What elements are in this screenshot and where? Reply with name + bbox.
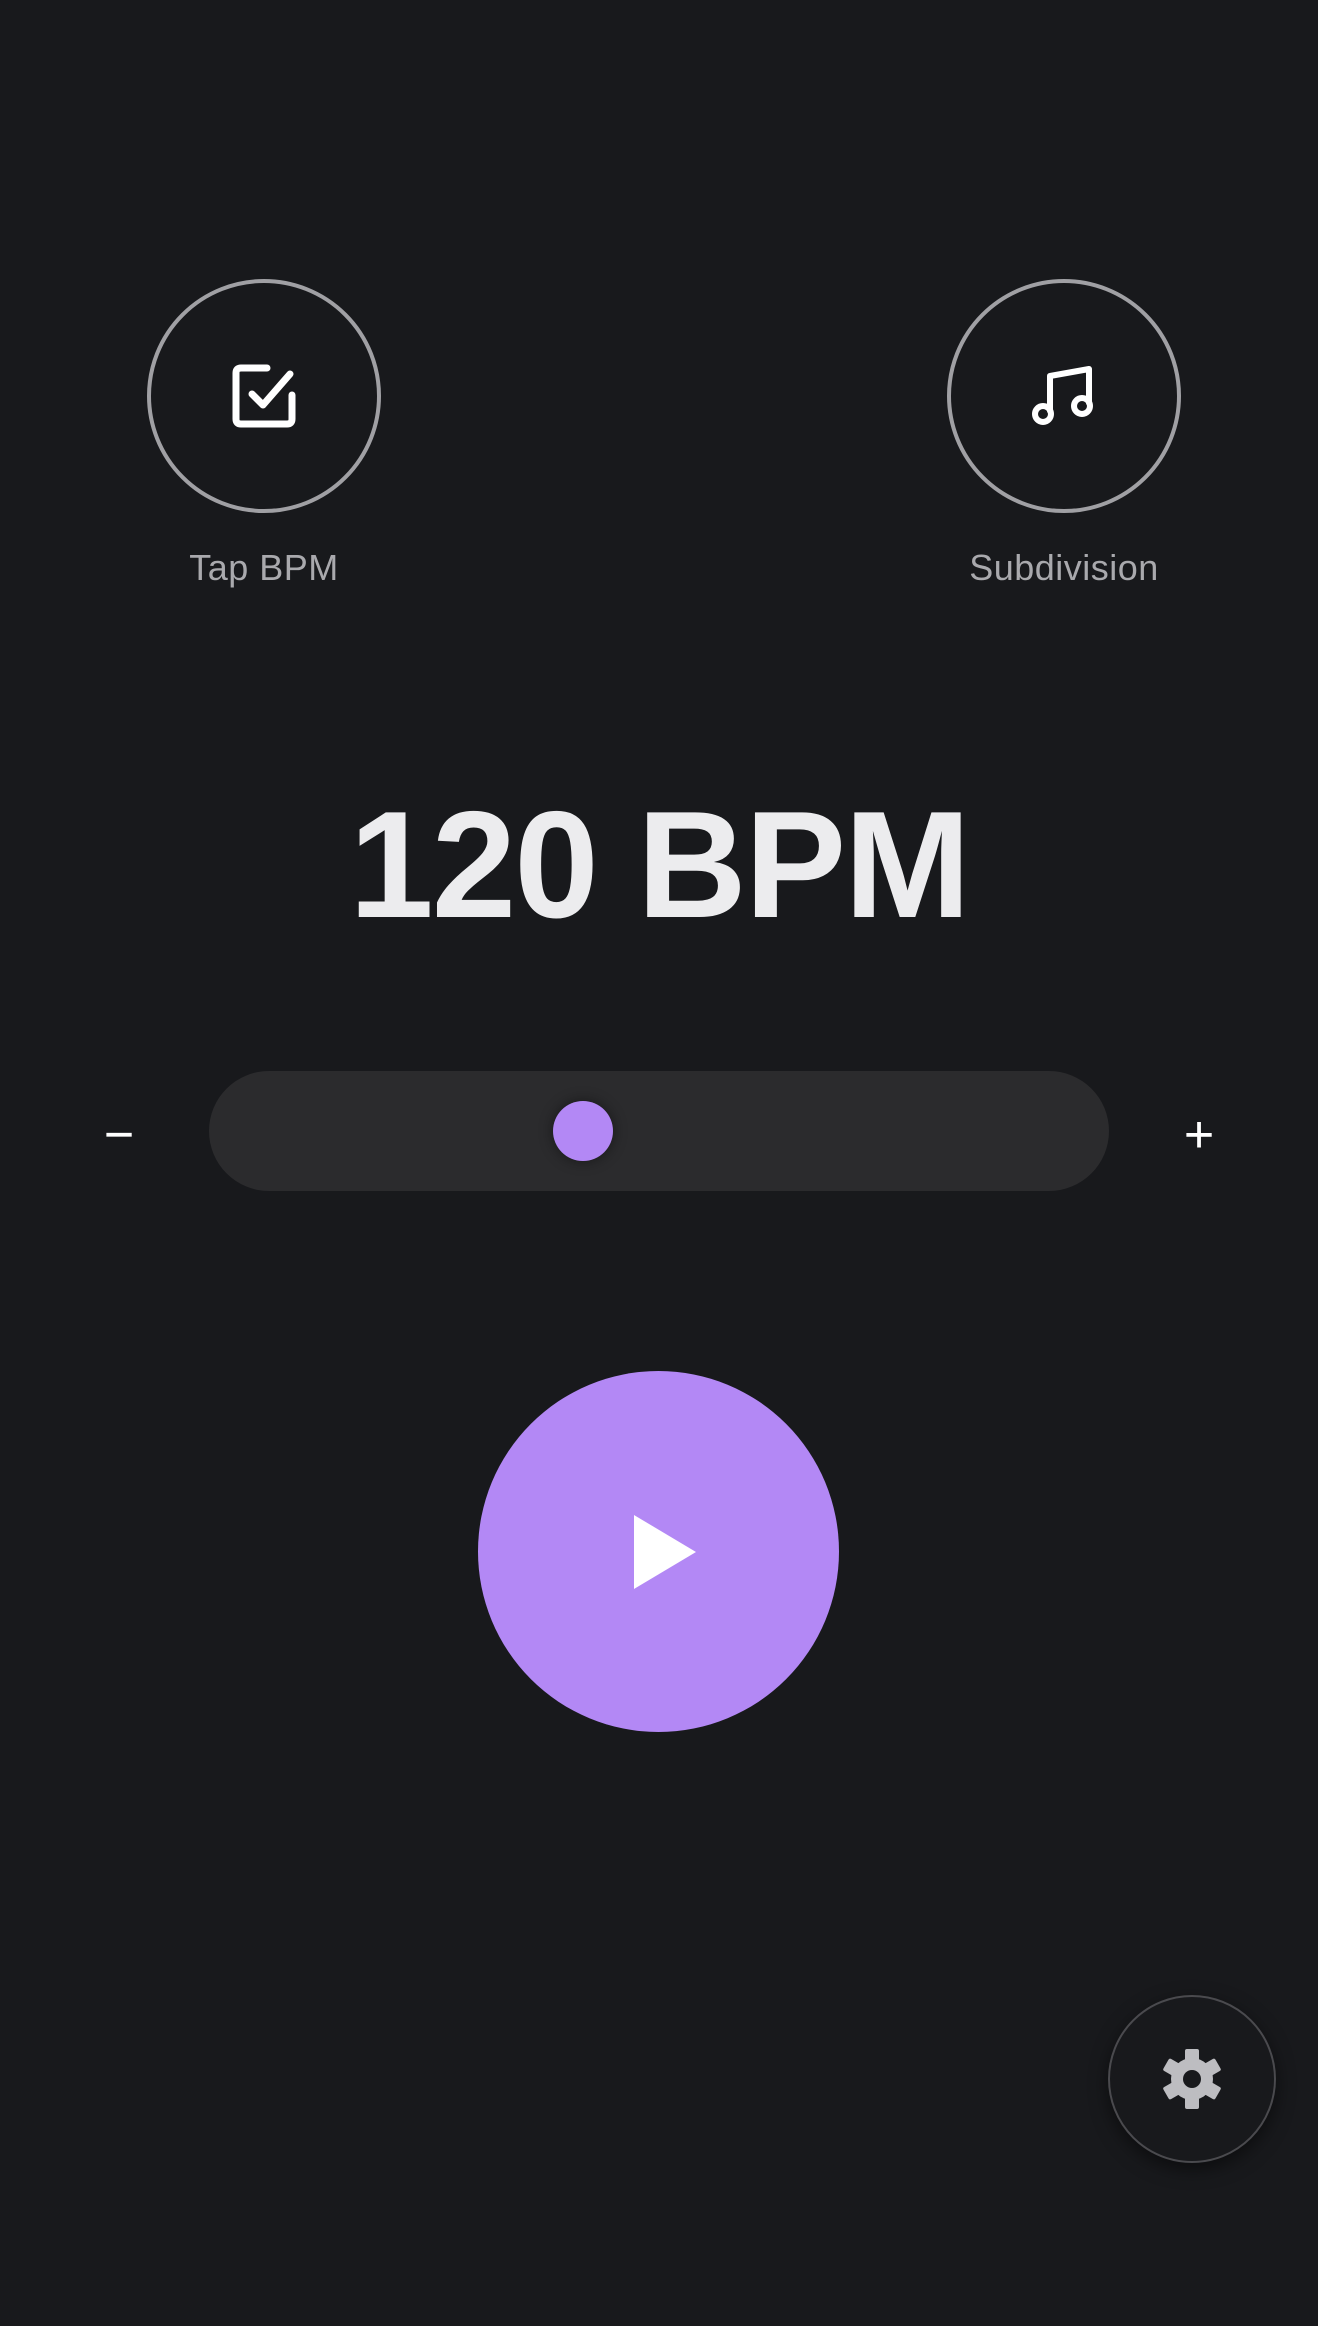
decrease-bpm-button[interactable]: − <box>79 1085 159 1185</box>
metronome-screen: Tap BPM Subdivision 120 BPM − + <box>0 0 1318 2326</box>
play-button[interactable] <box>478 1371 839 1732</box>
settings-button[interactable] <box>1108 1995 1276 2163</box>
music-note-icon <box>1032 366 1093 425</box>
subdivision-button[interactable] <box>947 279 1181 513</box>
tempo-slider-thumb[interactable] <box>553 1101 614 1161</box>
tap-bpm-button[interactable] <box>147 279 381 513</box>
gear-icon <box>1163 2049 1221 2109</box>
tempo-slider[interactable] <box>209 1071 1109 1191</box>
tap-bpm-action: Tap BPM <box>144 279 384 589</box>
tap-bpm-label: Tap BPM <box>189 547 339 588</box>
subdivision-label: Subdivision <box>969 547 1159 588</box>
bpm-readout: 120 BPM <box>349 780 971 950</box>
play-icon <box>633 1514 696 1589</box>
increase-bpm-button[interactable]: + <box>1159 1085 1239 1185</box>
subdivision-action: Subdivision <box>944 279 1184 589</box>
checkbox-icon <box>232 364 296 428</box>
